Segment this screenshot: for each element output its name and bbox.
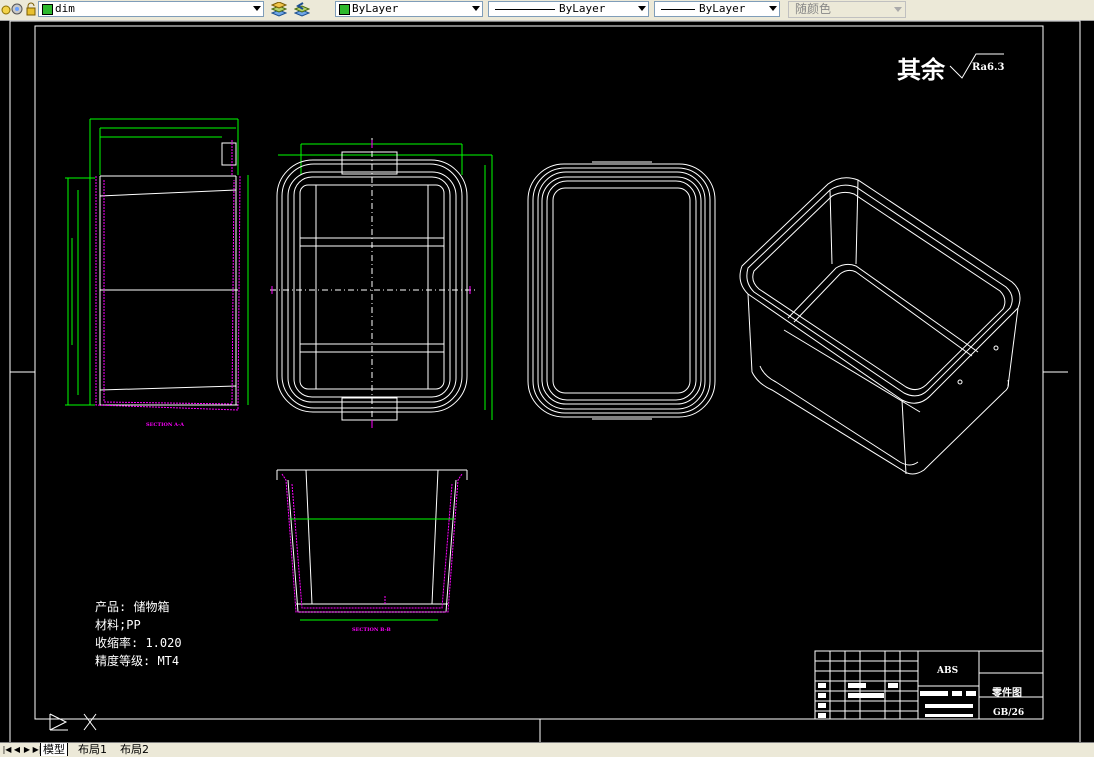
title-block-drawing-type: 零件图 (992, 688, 1022, 699)
lineweight-control-dropdown[interactable]: ByLayer (654, 1, 780, 17)
top-view (270, 138, 493, 428)
note-product: 产品: 储物箱 (95, 600, 170, 614)
layout-tab-bar: |◀ ◀ ▶ ▶| 模型 布局1 布局2 (0, 742, 1094, 757)
lineweight-control-value: ByLayer (699, 2, 746, 15)
layer-previous-icon[interactable] (293, 2, 311, 17)
make-object-layer-current-icon[interactable] (270, 1, 288, 17)
section-a-a-view (65, 118, 249, 411)
linetype-sample (495, 9, 555, 10)
note-precision: 精度等级: MT4 (95, 654, 180, 668)
section-b-b-label: SECTION B-B (352, 627, 391, 633)
note-shrinkage: 收缩率: 1.020 (95, 636, 182, 650)
chevron-down-icon (638, 6, 646, 11)
linetype-control-dropdown[interactable]: ByLayer (488, 1, 649, 17)
tab-layout1[interactable]: 布局1 (76, 743, 109, 756)
bottom-view (527, 161, 716, 420)
linetype-control-value: ByLayer (559, 2, 606, 15)
plotstyle-control-value: 随颜色 (795, 2, 832, 16)
color-swatch (339, 4, 350, 15)
color-control-dropdown[interactable]: ByLayer (335, 1, 483, 17)
section-b-b-view (276, 469, 468, 621)
chevron-down-icon (769, 6, 777, 11)
plotstyle-control-dropdown: 随颜色 (788, 1, 906, 18)
title-block-material: ABS (937, 666, 959, 676)
roughness-label: 其余 (897, 55, 945, 84)
chevron-down-icon (472, 6, 480, 11)
section-a-a-label: SECTION A-A (146, 422, 184, 428)
tab-prev-icon[interactable]: ◀ (12, 744, 22, 755)
properties-toolbar: dim ByLayer ByLayer ByLayer 随颜色 (0, 0, 1094, 21)
chevron-down-icon (894, 7, 902, 12)
sheet-inner-border (34, 25, 1044, 720)
layer-name: dim (55, 2, 75, 15)
note-material: 材料;PP (95, 618, 141, 632)
chevron-down-icon (253, 6, 261, 11)
tab-layout2[interactable]: 布局2 (118, 743, 151, 756)
color-control-value: ByLayer (352, 2, 399, 15)
drawing-canvas[interactable]: SECTION A-A SECTION B-B 其余 Ra6.3 产品: 储物箱… (0, 20, 1094, 742)
lineweight-sample (661, 9, 695, 10)
layer-color-swatch (42, 4, 53, 15)
layer-dropdown[interactable]: dim (38, 1, 264, 17)
tab-first-icon[interactable]: |◀ (2, 744, 12, 755)
tab-model[interactable]: 模型 (40, 743, 68, 756)
tab-next-icon[interactable]: ▶ (22, 744, 32, 755)
isometric-view (739, 177, 1021, 475)
ucs-icon (49, 713, 97, 731)
roughness-value: Ra6.3 (972, 62, 1005, 73)
title-block-sheet: GB/26 (993, 708, 1025, 718)
